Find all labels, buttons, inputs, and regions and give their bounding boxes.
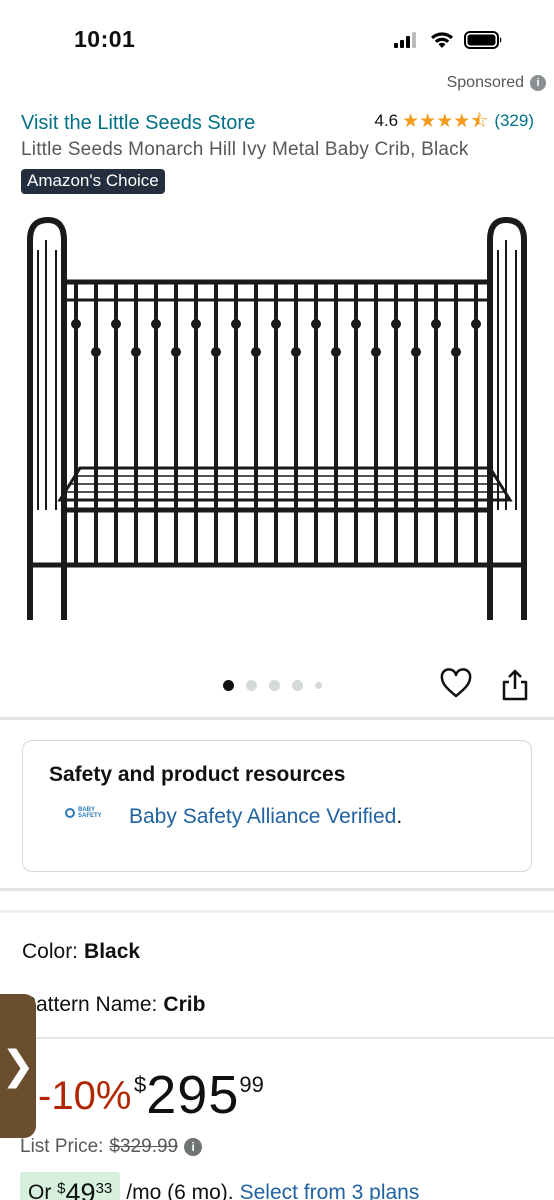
monthly-payment-row: Or $ 49 33 /mo (6 mo). Select from 3 pla…	[20, 1172, 419, 1200]
list-price-label: List Price:	[20, 1136, 104, 1157]
select-plans-link[interactable]: Select from 3 plans	[240, 1172, 420, 1200]
status-icons	[394, 30, 504, 50]
section-divider	[0, 888, 554, 891]
safety-resources-card: Safety and product resources BABY SAFETY …	[22, 740, 532, 872]
star-half-icon: ⯪	[470, 110, 489, 132]
monthly-fraction: 33	[95, 1180, 113, 1197]
carousel-dot[interactable]	[246, 680, 257, 691]
monthly-prefix: Or	[28, 1181, 58, 1200]
store-link[interactable]: Visit the Little Seeds Store	[21, 112, 255, 135]
share-icon[interactable]	[500, 668, 530, 702]
pattern-label: Pattern Name:	[22, 993, 158, 1016]
info-icon[interactable]: i	[530, 75, 546, 91]
star-rating: ★ ★ ★ ★ ⯪	[402, 112, 488, 131]
product-image[interactable]	[20, 210, 534, 630]
star-full-icon: ★	[453, 110, 471, 132]
bsa-logo-mark	[65, 808, 75, 818]
side-panel-tab[interactable]: ❯	[0, 994, 36, 1138]
discount-percent: -10%	[38, 1074, 132, 1118]
status-bar: 10:01	[0, 0, 554, 70]
price-fraction: 99	[239, 1072, 264, 1097]
image-carousel-dots[interactable]	[223, 680, 322, 691]
monthly-whole: 49	[65, 1178, 96, 1200]
star-full-icon: ★	[402, 110, 420, 132]
rating-value: 4.6	[374, 111, 399, 130]
section-divider	[0, 910, 554, 913]
carousel-dot[interactable]	[315, 682, 322, 689]
status-time: 10:01	[74, 26, 136, 52]
list-price-value: $329.99	[109, 1136, 179, 1157]
sponsored-label[interactable]: Sponsored i	[447, 74, 546, 92]
info-icon[interactable]: i	[184, 1138, 203, 1156]
section-divider	[0, 717, 554, 720]
star-full-icon: ★	[419, 110, 437, 132]
chevron-right-icon: ❯	[1, 1044, 35, 1088]
price-whole: 295	[146, 1065, 240, 1125]
bsa-logo-text: BABY SAFETY	[78, 807, 102, 819]
battery-icon	[464, 31, 502, 49]
pattern-value: Crib	[163, 993, 206, 1016]
cellular-signal-icon	[394, 32, 416, 48]
wifi-icon	[431, 32, 453, 48]
carousel-dot[interactable]	[292, 680, 303, 691]
bsa-verified-link[interactable]: Baby Safety Alliance Verified	[129, 805, 396, 828]
star-full-icon: ★	[436, 110, 454, 132]
color-value: Black	[84, 940, 141, 963]
price-currency: $	[134, 1072, 147, 1097]
price: $ 295 99	[134, 1064, 264, 1126]
amazons-choice-badge[interactable]: Amazon's Choice	[21, 169, 165, 194]
pattern-variation[interactable]: Pattern Name: Crib	[22, 993, 205, 1017]
section-divider	[0, 1037, 554, 1039]
monthly-payment-badge: Or $ 49 33	[20, 1172, 121, 1200]
rating-count[interactable]: (329)	[494, 111, 534, 131]
heart-icon[interactable]	[440, 668, 472, 700]
bsa-link-suffix: .	[396, 805, 403, 828]
sponsored-text: Sponsored	[446, 74, 524, 91]
color-label: Color:	[22, 940, 79, 963]
rating-summary[interactable]: 4.6 ★ ★ ★ ★ ⯪ (329)	[374, 111, 534, 131]
color-variation[interactable]: Color: Black	[22, 940, 140, 964]
resources-title: Safety and product resources	[49, 763, 346, 786]
carousel-dot[interactable]	[269, 680, 280, 691]
monthly-suffix: /mo (6 mo).	[126, 1181, 234, 1200]
baby-safety-alliance-logo: BABY SAFETY	[65, 807, 102, 819]
carousel-dot-active[interactable]	[223, 680, 234, 691]
monthly-currency: $	[57, 1180, 66, 1197]
bsa-verified-row[interactable]: Baby Safety Alliance Verified.	[129, 805, 402, 829]
list-price: List Price: $329.99 i	[20, 1136, 203, 1158]
product-title: Little Seeds Monarch Hill Ivy Metal Baby…	[21, 139, 469, 160]
